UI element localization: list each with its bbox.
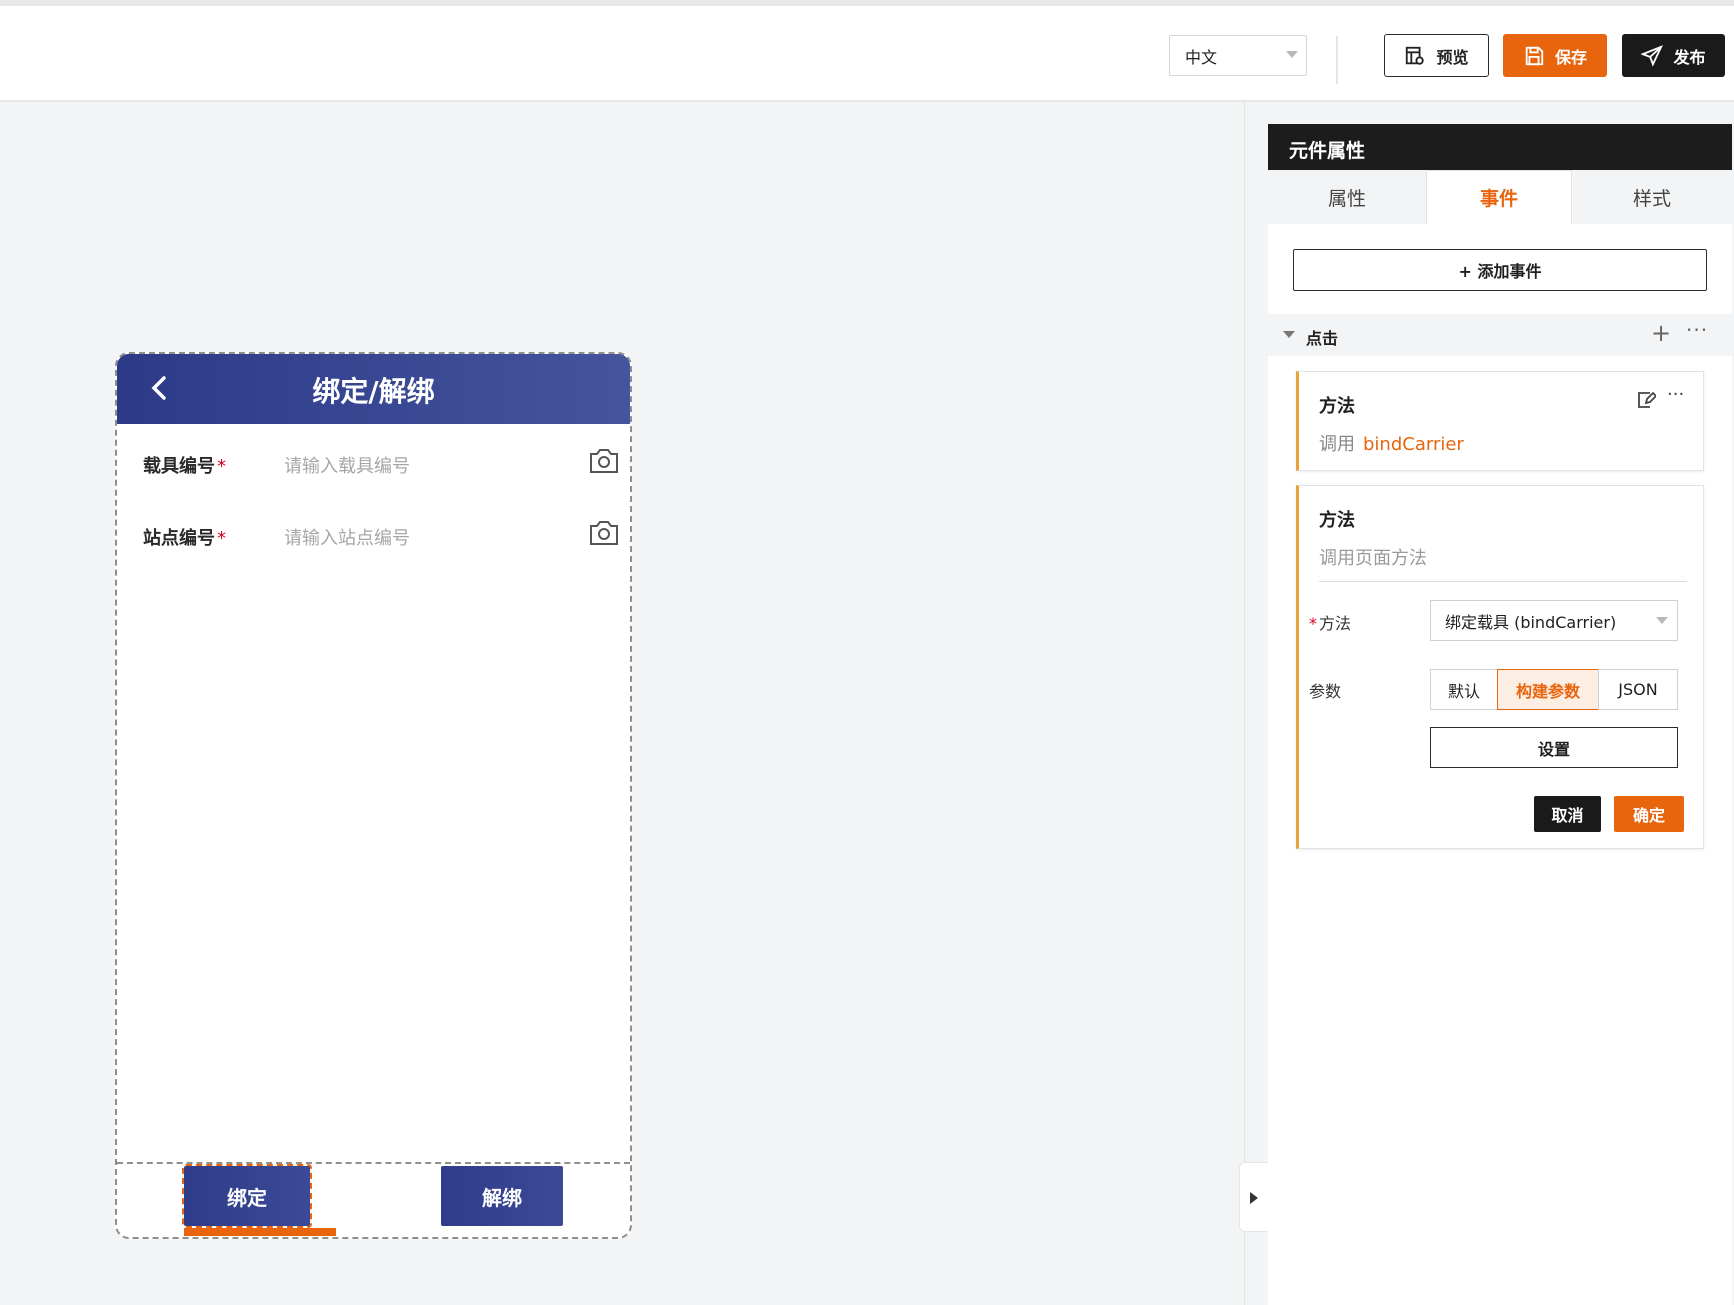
station-field-row: 站点编号 * 请输入站点编号 — [143, 516, 618, 556]
page-title: 绑定/解绑 — [312, 375, 435, 408]
preview-icon — [1406, 46, 1425, 65]
publish-label: 发布 — [1673, 47, 1706, 67]
edit-icon[interactable] — [1636, 390, 1656, 410]
divider — [1319, 581, 1687, 582]
save-icon — [1525, 46, 1544, 65]
add-action-icon[interactable]: + — [1651, 319, 1671, 347]
station-input[interactable]: 请输入站点编号 — [284, 524, 410, 550]
carrier-input[interactable]: 请输入载具编号 — [284, 452, 410, 478]
tab-events[interactable]: 事件 — [1426, 170, 1572, 224]
panel-title: 元件属性 — [1268, 124, 1732, 170]
chevron-down-icon — [1656, 617, 1668, 624]
settings-button[interactable]: 设置 — [1430, 727, 1678, 768]
station-label: 站点编号 * — [143, 528, 226, 549]
save-button[interactable]: 保存 — [1503, 34, 1607, 77]
method-select[interactable]: 绑定载具 (bindCarrier) — [1430, 600, 1678, 641]
panel-separator — [1244, 102, 1245, 1305]
toolbar-divider — [1336, 36, 1338, 84]
collapse-panel-button[interactable] — [1239, 1162, 1269, 1232]
param-option-json[interactable]: JSON — [1598, 669, 1678, 710]
param-option-build[interactable]: 构建参数 — [1497, 669, 1599, 710]
add-event-button[interactable]: + 添加事件 — [1293, 249, 1707, 291]
more-icon[interactable]: ··· — [1667, 384, 1684, 405]
properties-panel: 元件属性 属性 事件 样式 + 添加事件 点击 + ··· 方法 ··· 调用 b… — [1268, 124, 1732, 1305]
panel-tabs: 属性 事件 样式 — [1268, 170, 1732, 224]
chevron-down-icon[interactable] — [1283, 331, 1295, 338]
action-card-title: 方法 — [1319, 510, 1355, 531]
action-subtitle: 调用页面方法 — [1319, 548, 1427, 569]
event-group-click[interactable]: 点击 + ··· — [1268, 314, 1732, 356]
phone-header: 绑定/解绑 — [117, 354, 630, 424]
action-summary: 调用 bindCarrier — [1319, 434, 1464, 455]
preview-label: 预览 — [1436, 47, 1469, 67]
carrier-field-row: 载具编号 * 请输入载具编号 — [143, 444, 618, 484]
more-icon[interactable]: ··· — [1686, 318, 1708, 342]
chevron-down-icon — [1286, 51, 1298, 58]
confirm-button[interactable]: 确定 — [1614, 796, 1684, 832]
method-field-label: * 方法 — [1309, 614, 1352, 633]
method-select-value: 绑定载具 (bindCarrier) — [1445, 612, 1617, 632]
camera-icon[interactable] — [587, 516, 621, 550]
action-card-title: 方法 — [1319, 396, 1355, 417]
cancel-button[interactable]: 取消 — [1534, 796, 1601, 832]
phone-canvas[interactable]: 绑定/解绑 载具编号 * 请输入载具编号 站点编号 * 请输入站点编号 绑定 解绑 — [115, 352, 632, 1239]
unbind-button[interactable]: 解绑 — [441, 1166, 563, 1226]
param-option-default[interactable]: 默认 — [1430, 669, 1498, 710]
send-icon — [1641, 44, 1664, 67]
selection-indicator — [184, 1228, 336, 1236]
bind-button[interactable]: 绑定 — [182, 1164, 312, 1228]
camera-icon[interactable] — [587, 444, 621, 478]
save-label: 保存 — [1554, 47, 1587, 67]
publish-button[interactable]: 发布 — [1622, 34, 1725, 77]
phone-footer-divider — [117, 1162, 630, 1164]
action-edit-card: 方法 调用页面方法 * 方法 绑定载具 (bindCarrier) 参数 默认 构… — [1296, 485, 1704, 849]
language-select-value: 中文 — [1185, 47, 1218, 67]
top-toolbar: 中文 预览 保存 发布 — [0, 0, 1734, 102]
tab-style[interactable]: 样式 — [1572, 170, 1732, 224]
preview-button[interactable]: 预览 — [1384, 34, 1489, 77]
params-field-label: 参数 — [1309, 682, 1342, 701]
caret-right-icon — [1250, 1192, 1258, 1204]
carrier-label: 载具编号 * — [143, 456, 226, 477]
tab-properties[interactable]: 属性 — [1268, 170, 1426, 224]
language-select[interactable]: 中文 — [1169, 35, 1307, 76]
event-group-label: 点击 — [1306, 329, 1339, 348]
action-card[interactable]: 方法 ··· 调用 bindCarrier — [1296, 371, 1704, 471]
